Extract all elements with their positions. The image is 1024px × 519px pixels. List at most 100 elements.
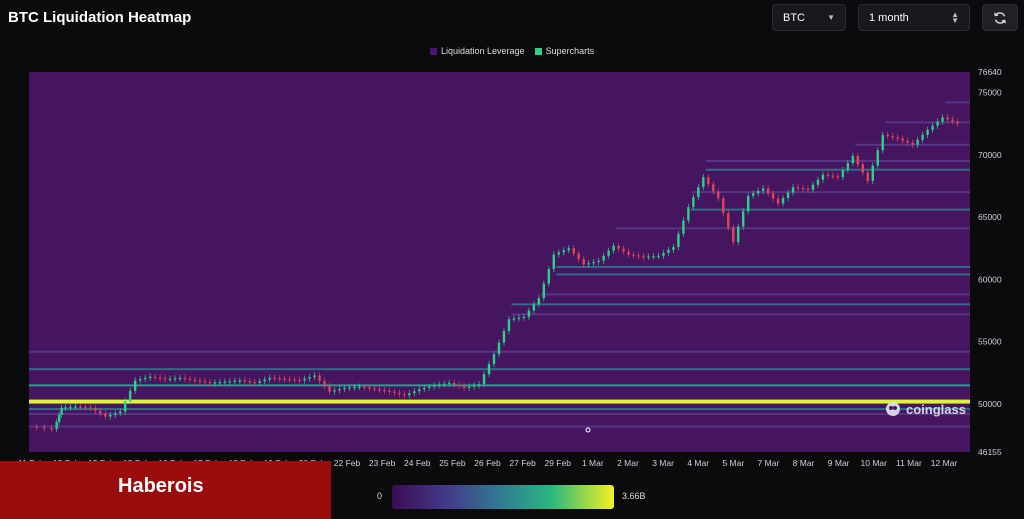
legend-item-liquidation-leverage[interactable]: Liquidation Leverage (430, 46, 525, 56)
candle-body (223, 381, 227, 383)
candle-body (133, 380, 137, 391)
candle-body (263, 379, 266, 382)
coin-select[interactable]: BTC ▼ (772, 4, 846, 31)
liquidation-band-5 (29, 384, 970, 387)
candle-body (632, 254, 635, 256)
candle-body (253, 382, 256, 384)
candle-body (373, 388, 376, 390)
liquidation-band-11 (556, 265, 970, 268)
candle-body (911, 142, 914, 145)
candle-body (602, 255, 605, 261)
candle-body (213, 382, 217, 384)
candle-body (403, 394, 406, 396)
candle-body (841, 170, 845, 178)
candle-body (447, 382, 451, 385)
x-tick-label: 23 Feb (369, 458, 396, 468)
coinglass-watermark: coinglass (884, 400, 966, 418)
candle-body (931, 125, 934, 130)
heatmap-chart[interactable]: 46155 50000 55000 60000 65000 70000 75000 76640… (0, 60, 1024, 470)
liquidation-band-7 (511, 313, 970, 316)
candle-body (662, 252, 665, 256)
candle-body (343, 387, 346, 390)
candle-body (771, 193, 775, 199)
candle-body (293, 379, 296, 381)
x-tick-label: 4 Mar (687, 458, 709, 468)
candle-body (55, 421, 58, 430)
refresh-icon (994, 11, 1006, 24)
range-select[interactable]: 1 month ▲ ▼ (858, 4, 970, 31)
candle-body (398, 392, 401, 395)
liquidation-band-3 (29, 425, 970, 428)
candle-body (298, 379, 301, 382)
x-tick-label: 7 Mar (758, 458, 780, 468)
candle-body (433, 385, 436, 387)
candle-body (99, 410, 102, 414)
candle-body (647, 256, 650, 258)
candle-body (328, 386, 331, 392)
x-tick-label: 22 Feb (334, 458, 361, 468)
candle-body (717, 191, 720, 199)
candle-body (562, 250, 565, 253)
range-select-value: 1 month (869, 11, 909, 24)
page-title: BTC Liquidation Heatmap (8, 9, 192, 26)
candle-body (856, 156, 860, 165)
candle-body (831, 175, 835, 177)
candle-body (368, 387, 371, 389)
candle-body (742, 211, 745, 227)
color-scale-bar[interactable] (392, 485, 614, 509)
up-down-icon: ▲ ▼ (951, 9, 959, 25)
candle-body (168, 378, 172, 380)
candle-body (642, 256, 645, 258)
candle-body (308, 377, 311, 379)
candle-body (746, 195, 750, 212)
candle-body (702, 177, 705, 188)
candle-body (163, 378, 167, 380)
y-tick-label: 70000 (978, 150, 1002, 160)
candle-body (158, 377, 162, 379)
coin-select-value: BTC (783, 11, 805, 24)
candle-body (248, 381, 251, 383)
candle-body (128, 390, 132, 402)
candle-body (173, 378, 177, 380)
candle-body (94, 407, 97, 411)
banner-text: Haberois (118, 475, 204, 497)
candle-body (527, 310, 531, 317)
candle-body (846, 163, 850, 171)
candle-body (69, 406, 72, 409)
liquidation-band-14 (690, 191, 970, 194)
candle-body (896, 137, 899, 139)
legend-item-supercharts[interactable]: Supercharts (534, 46, 594, 56)
candle-body (84, 406, 87, 409)
y-tick-label: 76640 (978, 67, 1002, 77)
candle-body (188, 378, 192, 380)
x-tick-label: 8 Mar (793, 458, 815, 468)
candle-body (906, 140, 909, 143)
candle-body (816, 179, 820, 185)
candle-body (64, 407, 67, 409)
candle-body (79, 406, 82, 408)
plot-background (29, 72, 970, 452)
candle-body (278, 378, 281, 380)
candle-body (60, 407, 63, 415)
y-tick-label: 75000 (978, 87, 1002, 97)
candle-body (826, 174, 830, 176)
candle-body (462, 386, 466, 388)
candle-body (592, 261, 595, 264)
candle-body (333, 390, 336, 392)
candle-body (477, 384, 481, 386)
x-tick-label: 12 Mar (931, 458, 958, 468)
candle-body (627, 251, 630, 255)
refresh-button[interactable] (982, 4, 1018, 31)
candle-body (408, 393, 411, 396)
candle-body (512, 318, 516, 320)
candle-body (951, 119, 954, 122)
candle-body (138, 379, 142, 381)
candle-body (388, 390, 391, 392)
x-tick-label: 11 Mar (896, 458, 922, 468)
candle-body (956, 121, 959, 124)
candle-body (687, 207, 690, 221)
candle-body (587, 263, 590, 265)
candle-body (881, 134, 884, 151)
candle-body (712, 184, 715, 192)
candle-body (353, 387, 356, 389)
